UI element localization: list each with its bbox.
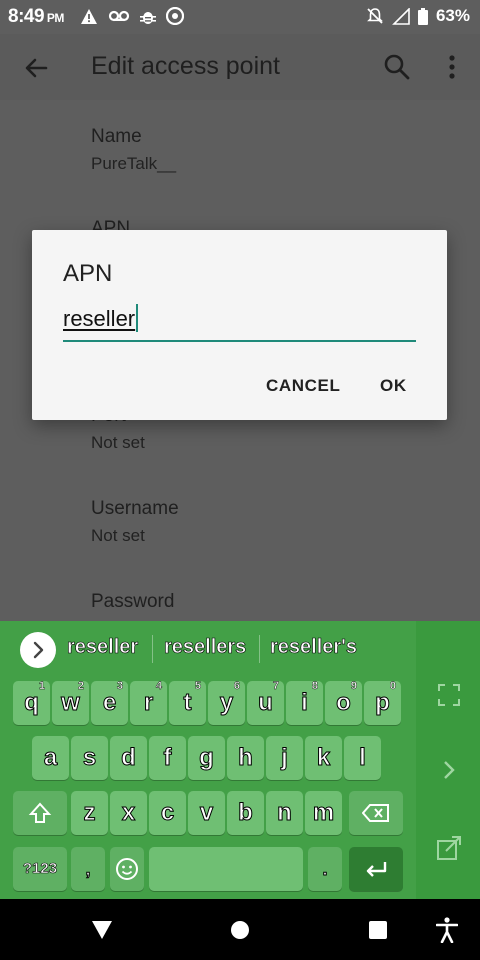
pref-title: Password [91,591,175,612]
key-s[interactable]: s [71,736,108,780]
battery-icon [417,7,428,25]
battery-percent: 63% [435,6,470,25]
suggestion[interactable]: resellers [164,636,247,659]
app-bar: Edit access point [0,34,480,100]
shift-key[interactable] [13,791,67,835]
expand-suggestions-button[interactable] [20,632,56,668]
shift-icon [28,802,52,823]
key-r[interactable]: r4 [130,680,167,725]
suggestion[interactable]: reseller [67,636,139,659]
chrome-icon [166,7,184,25]
pref-summary: Not set [91,433,145,452]
home-icon[interactable] [230,920,250,940]
pref-title: Username [91,498,179,519]
back-triangle-icon[interactable] [90,919,114,941]
dialog-title: APN [63,260,113,287]
key-y[interactable]: y6 [208,680,245,725]
key-c[interactable]: c [149,791,186,835]
signal-icon [392,7,410,25]
key-g[interactable]: g [188,736,225,780]
comma-key[interactable]: , [71,847,105,891]
pref-summary: PureTalk__ [91,154,177,173]
accessibility-icon[interactable] [436,917,458,943]
key-p[interactable]: p0 [364,680,401,725]
apn-input-value: reseller [63,306,136,331]
key-u[interactable]: u7 [247,680,284,725]
key-v[interactable]: v [188,791,225,835]
key-x[interactable]: x [110,791,147,835]
text-cursor [136,304,139,332]
enter-icon [366,862,387,877]
apn-input[interactable]: reseller [63,304,416,342]
key-i[interactable]: i8 [286,680,323,725]
more-options-icon[interactable] [436,51,468,83]
pref-password[interactable]: Password [91,591,174,613]
key-k[interactable]: k [305,736,342,780]
page-title: Edit access point [91,52,280,80]
search-icon[interactable] [381,51,413,83]
suggestion[interactable]: reseller's [270,636,358,659]
floating-keyboard-icon[interactable] [436,835,462,861]
suggestion-strip: reseller resellers reseller's [0,621,416,675]
recents-icon[interactable] [368,920,388,940]
key-o[interactable]: o9 [325,680,362,725]
soft-keyboard: reseller resellers reseller's q1 w2 e3 r… [0,621,480,899]
status-time: 8:49 PM [8,6,64,27]
emoji-icon [116,858,138,880]
key-e[interactable]: e3 [91,680,128,725]
period-key[interactable]: . [308,847,342,891]
key-l[interactable]: l [344,736,381,780]
apn-dialog: APN reseller CANCEL OK [32,230,447,420]
back-arrow-icon[interactable] [20,52,52,84]
key-b[interactable]: b [227,791,264,835]
symbols-key[interactable]: ?123 [13,847,67,891]
navigation-bar [0,899,480,960]
notifications-off-icon [367,8,383,24]
key-a[interactable]: a [32,736,69,780]
key-z[interactable]: z [71,791,108,835]
key-d[interactable]: d [110,736,147,780]
key-w[interactable]: w2 [52,680,89,725]
chevron-right-icon [33,641,44,659]
enter-key[interactable] [349,847,403,891]
backspace-key[interactable] [349,791,403,835]
pref-name[interactable]: Name PureTalk__ [91,126,176,174]
fullscreen-icon[interactable] [437,683,461,707]
pref-title: Name [91,126,142,147]
chevron-right-icon[interactable] [437,758,461,782]
status-bar: 8:49 PM 63% [0,0,480,34]
key-f[interactable]: f [149,736,186,780]
key-n[interactable]: n [266,791,303,835]
key-t[interactable]: t5 [169,680,206,725]
emoji-key[interactable] [110,847,144,891]
keyboard-side-panel [416,621,480,899]
pref-username[interactable]: Username Not set [91,498,179,546]
key-j[interactable]: j [266,736,303,780]
voicemail-icon [108,10,130,22]
key-q[interactable]: q1 [13,680,50,725]
space-key[interactable] [149,847,303,891]
warning-icon [81,8,97,24]
key-h[interactable]: h [227,736,264,780]
key-m[interactable]: m [305,791,342,835]
pref-summary: Not set [91,526,145,545]
ok-button[interactable]: OK [380,376,407,396]
bug-icon [140,11,156,24]
cancel-button[interactable]: CANCEL [266,376,340,396]
backspace-icon [361,804,389,822]
